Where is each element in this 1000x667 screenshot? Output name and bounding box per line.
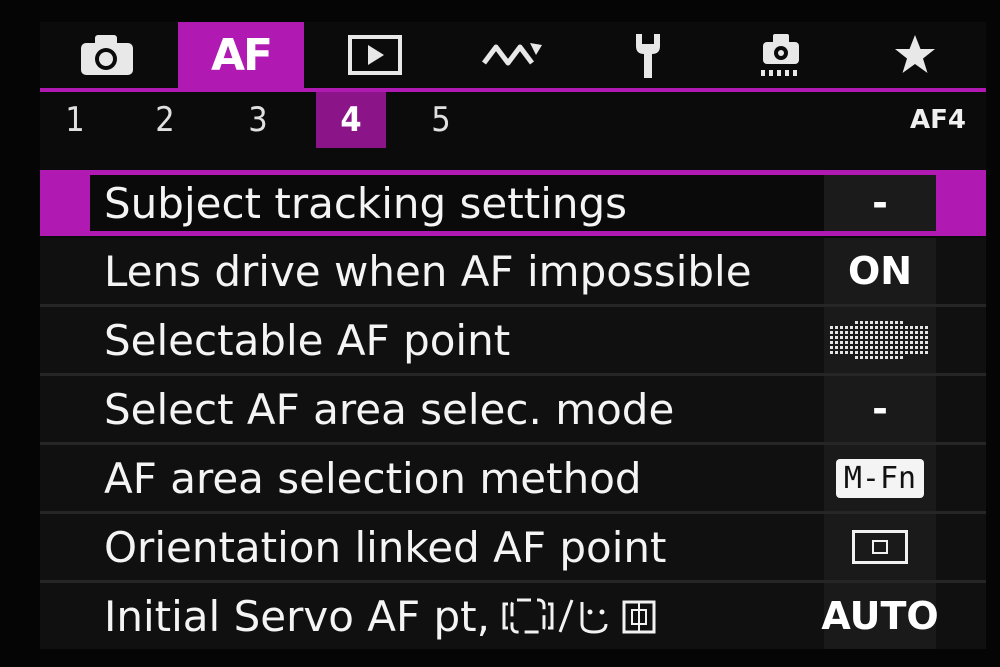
tab-wireless[interactable] [449,22,575,88]
sub-tab-bar: 1 2 3 4 5 AF4 [40,92,986,148]
menu-item-lens-drive[interactable]: Lens drive when AF impossible ON [40,238,986,304]
menu-item-label: Lens drive when AF impossible [104,246,752,296]
subtab-5[interactable]: 5 [406,92,476,148]
m-fn-chip: M-Fn [835,458,925,498]
menu-item-value: - [824,376,936,442]
star-icon [895,35,935,73]
menu-item-value: AUTO [821,583,939,649]
menu-item-selectable-af-point[interactable]: Selectable AF point [40,307,986,373]
menu-item-label: Initial Servo AF pt, [104,583,678,649]
menu-item-subject-tracking[interactable]: Subject tracking settings - [40,170,986,236]
menu-item-value: ON [824,238,936,304]
page-code: AF4 [910,105,966,135]
subtab-4[interactable]: 4 [316,92,386,148]
tab-playback[interactable] [312,22,438,88]
wireless-icon [482,43,542,66]
menu-item-af-area-method[interactable]: AF area selection method M-Fn [40,445,986,511]
wrench-icon [636,34,660,78]
main-tab-bar: AF [40,22,986,88]
menu-item-value: M-Fn [824,445,936,511]
menu-item-orientation-linked[interactable]: Orientation linked AF point [40,514,986,580]
tab-custom-functions[interactable] [718,22,844,88]
menu-item-value: - [824,175,936,231]
menu-item-initial-servo[interactable]: Initial Servo AF pt, AUTO [40,583,986,649]
menu-item-label: AF area selection method [104,453,642,503]
tab-af[interactable]: AF [178,22,304,88]
custom-functions-icon [761,34,799,76]
af-point-grid-icon [830,321,928,359]
subtab-2[interactable]: 2 [130,92,200,148]
subtab-1[interactable]: 1 [40,92,110,148]
menu-item-label: Orientation linked AF point [104,522,667,572]
menu-item-label: Subject tracking settings [104,178,628,228]
tab-shooting[interactable] [44,22,170,88]
frame-icon [852,530,908,564]
servo-af-point-icons [502,598,656,634]
menu-item-label: Select AF area selec. mode [104,384,675,434]
play-icon [348,35,402,75]
menu-item-value [824,514,936,580]
tab-my-menu[interactable] [852,22,978,88]
camera-icon [81,35,133,75]
camera-menu-screen: AF 1 2 3 4 5 AF4 Subject tracking settin… [40,22,986,649]
tab-af-label: AF [210,29,273,81]
menu-item-value [824,307,936,373]
subtab-3[interactable]: 3 [223,92,293,148]
menu-item-label-text: Initial Servo AF pt, [104,591,490,641]
menu-item-label: Selectable AF point [104,315,511,365]
tab-setup[interactable] [585,22,711,88]
menu-item-select-af-area[interactable]: Select AF area selec. mode - [40,376,986,442]
